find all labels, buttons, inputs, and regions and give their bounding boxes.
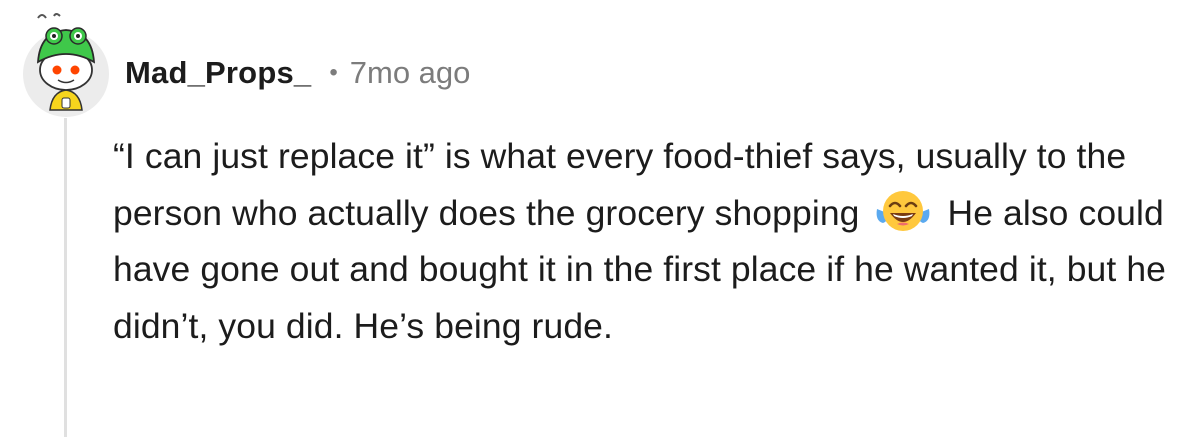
comment: Mad_Props_ • 7mo ago “I can just replace… [0, 0, 1191, 437]
comment-body: “I can just replace it” is what every fo… [113, 128, 1173, 354]
meta-separator: • [329, 59, 338, 86]
author-username[interactable]: Mad_Props_ [125, 55, 311, 91]
comment-timestamp[interactable]: 7mo ago [350, 55, 471, 91]
face-with-tears-of-joy-icon [875, 189, 931, 233]
avatar[interactable] [20, 10, 112, 118]
thread-line[interactable] [64, 118, 67, 437]
snoo-avatar-icon [23, 13, 109, 117]
comment-header: Mad_Props_ • 7mo ago [125, 48, 470, 98]
